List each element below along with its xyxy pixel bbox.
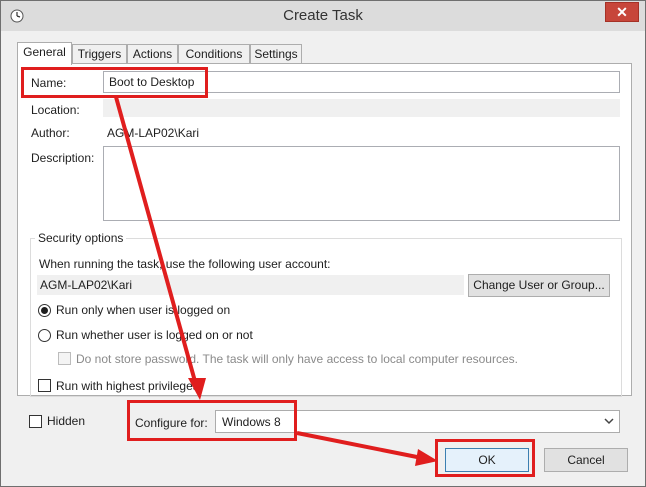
user-account-field: AGM-LAP02\Kari <box>37 275 464 295</box>
highest-privileges-label: Run with highest privileges <box>56 379 199 393</box>
tab-actions[interactable]: Actions <box>127 44 178 64</box>
tab-triggers[interactable]: Triggers <box>72 44 127 64</box>
location-value <box>103 99 620 117</box>
location-label: Location: <box>31 103 80 117</box>
cancel-button[interactable]: Cancel <box>544 448 628 472</box>
hidden-label: Hidden <box>47 414 86 428</box>
tab-settings[interactable]: Settings <box>250 44 302 64</box>
configure-for-label: Configure for: <box>135 416 208 430</box>
author-label: Author: <box>31 126 70 140</box>
change-user-or-group-button[interactable]: Change User or Group... <box>468 274 610 297</box>
run-logged-on-label: Run only when user is logged on <box>56 303 231 317</box>
ok-button[interactable]: OK <box>445 448 529 472</box>
run-logged-on-radio[interactable] <box>38 304 51 317</box>
description-field[interactable] <box>103 146 620 221</box>
highest-privileges-checkbox[interactable] <box>38 379 51 392</box>
description-label: Description: <box>31 151 95 165</box>
name-label: Name: <box>31 76 67 90</box>
account-prompt: When running the task, use the following… <box>39 257 331 271</box>
security-options-title: Security options <box>35 231 127 245</box>
configure-for-select[interactable]: Windows 8 <box>215 410 620 433</box>
chevron-down-icon <box>604 418 614 425</box>
hidden-checkbox[interactable] <box>29 415 42 428</box>
close-button[interactable]: ✕ <box>605 2 639 22</box>
run-whether-logged-on-label: Run whether user is logged on or not <box>56 328 253 342</box>
create-task-dialog: Create Task ✕ General Triggers Actions C… <box>0 0 646 487</box>
name-value: Boot to Desktop <box>109 75 195 89</box>
user-account-value: AGM-LAP02\Kari <box>40 278 133 292</box>
do-not-store-password-label: Do not store password. The task will onl… <box>76 352 518 366</box>
tab-conditions[interactable]: Conditions <box>178 44 250 64</box>
run-whether-logged-on-radio[interactable] <box>38 329 51 342</box>
do-not-store-password-checkbox[interactable] <box>58 352 71 365</box>
author-value: AGM-LAP02\Kari <box>107 126 200 140</box>
tab-general[interactable]: General <box>17 42 72 65</box>
title-bar: Create Task ✕ <box>1 1 645 31</box>
name-field[interactable]: Boot to Desktop <box>103 71 620 93</box>
configure-for-value: Windows 8 <box>222 415 281 429</box>
window-title: Create Task <box>283 7 363 24</box>
close-icon: ✕ <box>616 4 628 20</box>
